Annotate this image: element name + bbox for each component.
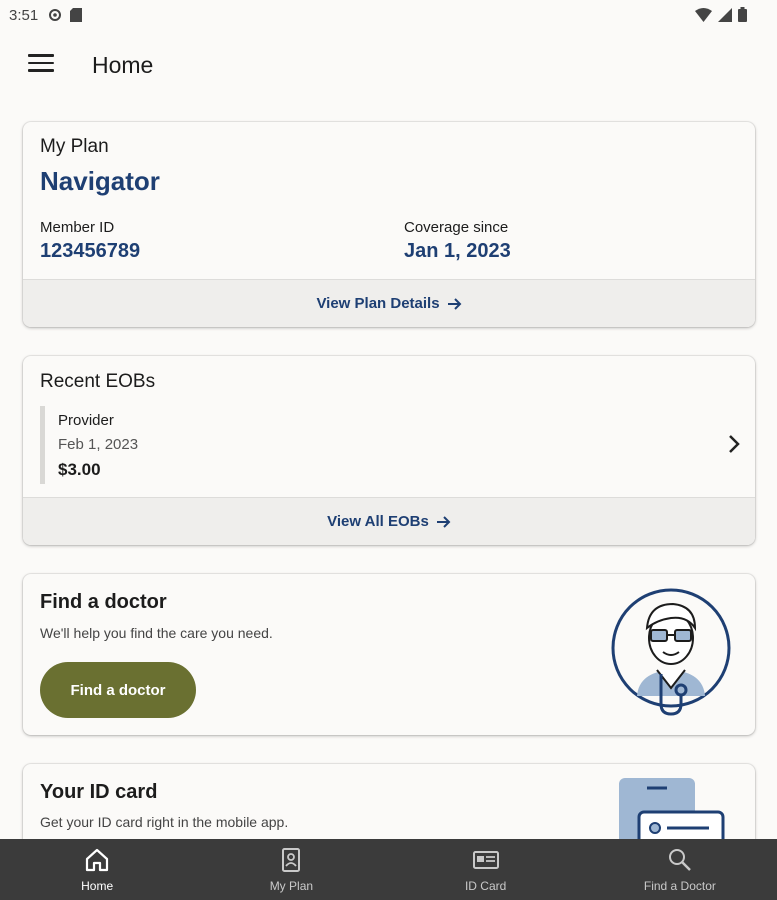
my-plan-card: My Plan Navigator Member ID 123456789 Co…	[23, 122, 755, 327]
battery-icon	[738, 7, 747, 22]
nav-item-home[interactable]: Home	[0, 839, 194, 900]
nav-item-find-a-doctor[interactable]: Find a Doctor	[583, 839, 777, 900]
plan-card-label: My Plan	[40, 136, 109, 157]
id-card-icon	[472, 851, 499, 869]
status-bar: 3:51	[0, 0, 777, 32]
status-time: 3:51	[9, 7, 39, 24]
view-all-eobs-label: View All EOBs	[327, 513, 429, 530]
wifi-icon	[695, 7, 712, 22]
cell-signal-icon	[718, 7, 732, 22]
recent-eobs-card: Recent EOBs Provider Feb 1, 2023 $3.00 V…	[23, 356, 755, 545]
arrow-right-icon	[447, 297, 462, 310]
app-bar: Home	[0, 36, 777, 96]
member-id-label: Member ID	[40, 219, 115, 236]
member-id-value: 123456789	[40, 240, 141, 262]
home-icon	[86, 848, 109, 872]
nav-label-my-plan: My Plan	[269, 879, 314, 893]
view-all-eobs-link[interactable]: View All EOBs	[23, 497, 755, 545]
eob-list-item[interactable]: Provider Feb 1, 2023 $3.00	[40, 406, 740, 484]
menu-icon-line	[28, 54, 54, 57]
doctor-illustration	[611, 588, 731, 716]
plan-icon	[282, 848, 301, 872]
coverage-since-value: Jan 1, 2023	[404, 240, 511, 262]
settings-status-icon	[49, 9, 61, 21]
nav-label-find-a-doctor: Find a Doctor	[643, 879, 716, 893]
page-title: Home	[92, 52, 154, 78]
chevron-right-icon	[729, 435, 740, 453]
id-card-title: Your ID card	[40, 781, 158, 803]
find-a-doctor-card: Find a doctor We'll help you find the ca…	[23, 574, 755, 735]
nav-item-id-card[interactable]: ID Card	[389, 839, 583, 900]
find-a-doctor-button[interactable]: Find a doctor	[40, 662, 196, 718]
coverage-since-label: Coverage since	[404, 219, 509, 236]
bottom-navigation: Home My Plan ID Card Find a Doctor	[0, 839, 777, 900]
find-doctor-title: Find a doctor	[40, 591, 167, 613]
arrow-right-icon	[436, 515, 451, 528]
id-card-description: Get your ID card right in the mobile app…	[40, 814, 289, 830]
plan-name: Navigator	[40, 166, 160, 196]
menu-button[interactable]	[28, 54, 54, 76]
eob-date: Feb 1, 2023	[58, 436, 139, 453]
find-doctor-description: We'll help you find the care you need.	[40, 625, 273, 641]
eob-item-accent-bar	[40, 406, 45, 484]
eob-provider: Provider	[58, 412, 114, 429]
view-plan-details-link[interactable]: View Plan Details	[23, 279, 755, 327]
eob-amount: $3.00	[58, 460, 101, 479]
nav-label-id-card: ID Card	[464, 879, 507, 893]
view-plan-details-label: View Plan Details	[316, 295, 440, 312]
nav-label-home: Home	[81, 879, 114, 893]
recent-eobs-title: Recent EOBs	[40, 371, 156, 392]
search-icon	[668, 849, 691, 871]
nav-item-my-plan[interactable]: My Plan	[194, 839, 388, 900]
sd-card-icon	[70, 8, 82, 22]
